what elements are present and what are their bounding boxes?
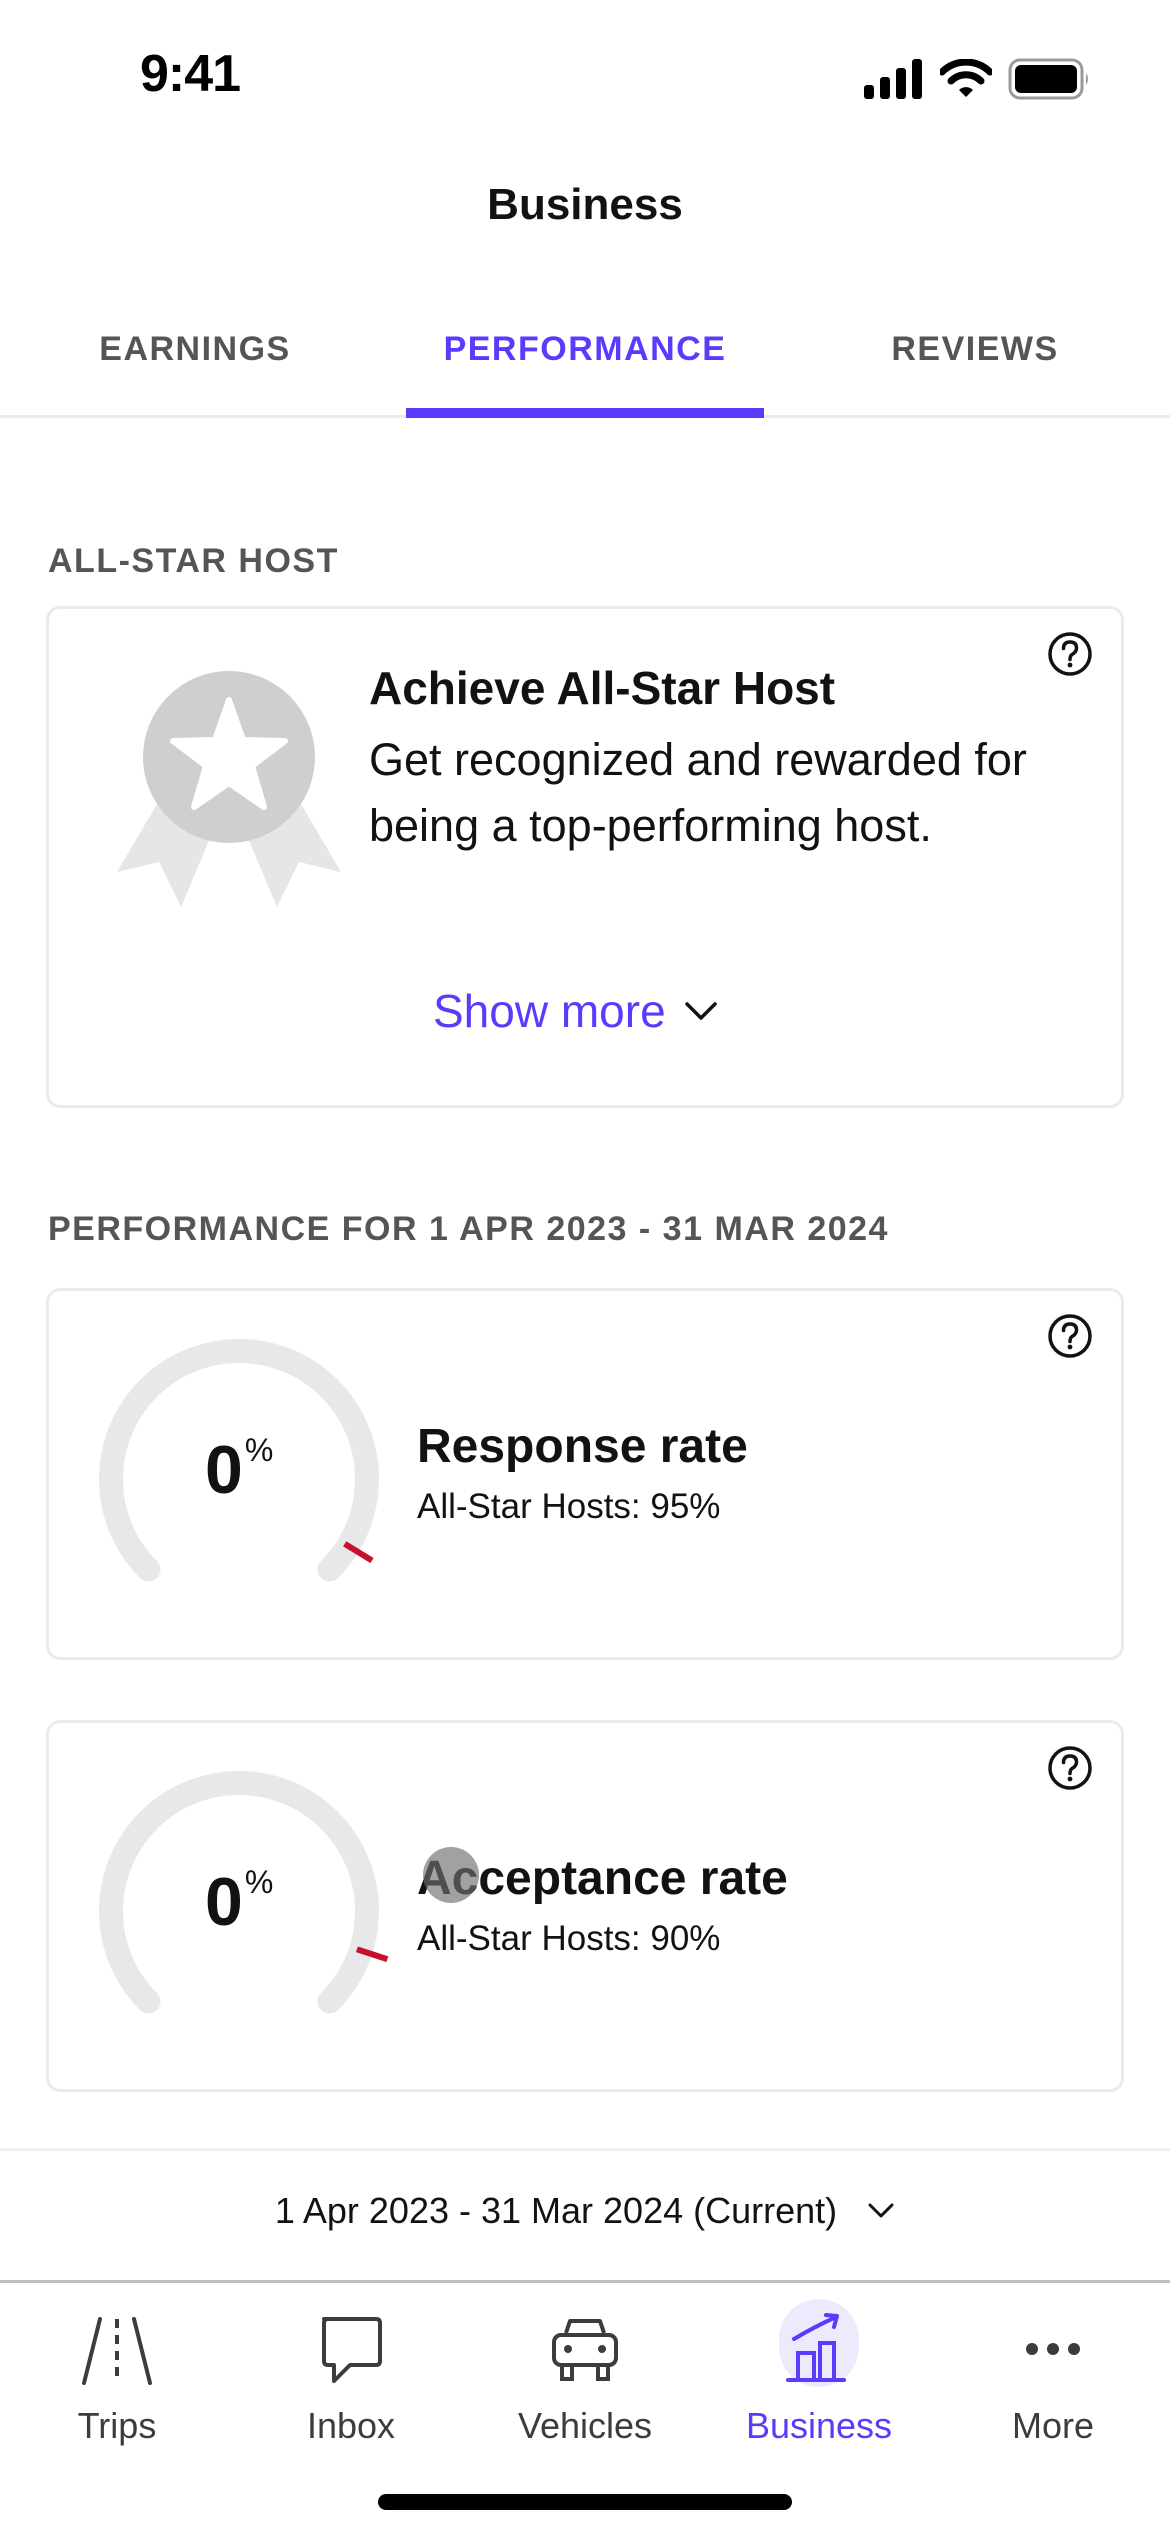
tab-performance[interactable]: PERFORMANCE: [390, 300, 780, 418]
acceptance-rate-target: All-Star Hosts: 90%: [417, 1919, 721, 1958]
nav-label: Business: [745, 2405, 893, 2446]
response-rate-card: 0 % Response rate All-Star Hosts: 95%: [46, 1288, 1124, 1660]
all-star-section-label: ALL-STAR HOST: [48, 542, 339, 580]
response-rate-target: All-Star Hosts: 95%: [417, 1487, 721, 1526]
divider: [0, 2148, 1170, 2151]
signal-icon: [864, 59, 922, 99]
status-bar: 9:41: [0, 0, 1170, 150]
nav-label: Inbox: [306, 2405, 396, 2446]
gauge-number: 0: [205, 1864, 243, 1940]
help-icon[interactable]: [1047, 1745, 1093, 1791]
response-rate-value: 0 %: [205, 1432, 273, 1508]
nav-more[interactable]: More: [936, 2283, 1170, 2532]
tab-reviews[interactable]: REVIEWS: [780, 300, 1170, 415]
badge-icon: [117, 671, 341, 907]
nav-label: Vehicles: [517, 2405, 653, 2446]
date-range-label: 1 Apr 2023 - 31 Mar 2024 (Current): [274, 2190, 838, 2231]
nav-trips[interactable]: Trips: [0, 2283, 234, 2532]
all-star-card: Achieve All-Star Host Get recognized and…: [46, 606, 1124, 1108]
chevron-down-icon: [684, 1002, 717, 1020]
response-rate-title: Response rate: [417, 1420, 748, 1473]
wifi-icon: [940, 59, 992, 97]
chat-bubble-icon: [322, 2317, 382, 2383]
status-icons: [862, 58, 1092, 100]
show-more-label: Show more: [433, 985, 666, 1037]
road-icon: [82, 2317, 152, 2385]
touch-indicator: [423, 1847, 479, 1903]
gauge-unit: %: [244, 1864, 274, 1900]
date-range-select[interactable]: 1 Apr 2023 - 31 Mar 2024 (Current): [0, 2190, 1170, 2232]
all-star-title: Achieve All-Star Host: [369, 662, 836, 714]
status-time: 9:41: [140, 45, 241, 103]
all-star-description: Get recognized and rewarded for being a …: [369, 734, 1027, 851]
home-indicator: [378, 2494, 792, 2510]
gauge-number: 0: [205, 1432, 243, 1508]
gauge-unit: %: [244, 1432, 274, 1468]
chart-growth-icon: [786, 2313, 846, 2382]
chevron-down-icon: [868, 2203, 894, 2218]
show-more-button[interactable]: Show more: [433, 984, 718, 1038]
page-title: Business: [487, 180, 683, 229]
nav-label: Trips: [77, 2405, 157, 2446]
acceptance-rate-value: 0 %: [205, 1864, 273, 1940]
tab-bar: EARNINGS PERFORMANCE REVIEWS: [0, 300, 1170, 418]
tab-earnings[interactable]: EARNINGS: [0, 300, 390, 415]
performance-section-label: PERFORMANCE FOR 1 APR 2023 - 31 MAR 2024: [48, 1210, 889, 1248]
more-dots-icon: [1026, 2343, 1080, 2355]
acceptance-rate-card: 0 % Acceptance rate All-Star Hosts: 90%: [46, 1720, 1124, 2092]
nav-label: More: [1011, 2405, 1095, 2446]
battery-icon: [1008, 58, 1088, 100]
help-icon[interactable]: [1047, 631, 1093, 677]
help-icon[interactable]: [1047, 1313, 1093, 1359]
car-icon: [552, 2319, 618, 2381]
